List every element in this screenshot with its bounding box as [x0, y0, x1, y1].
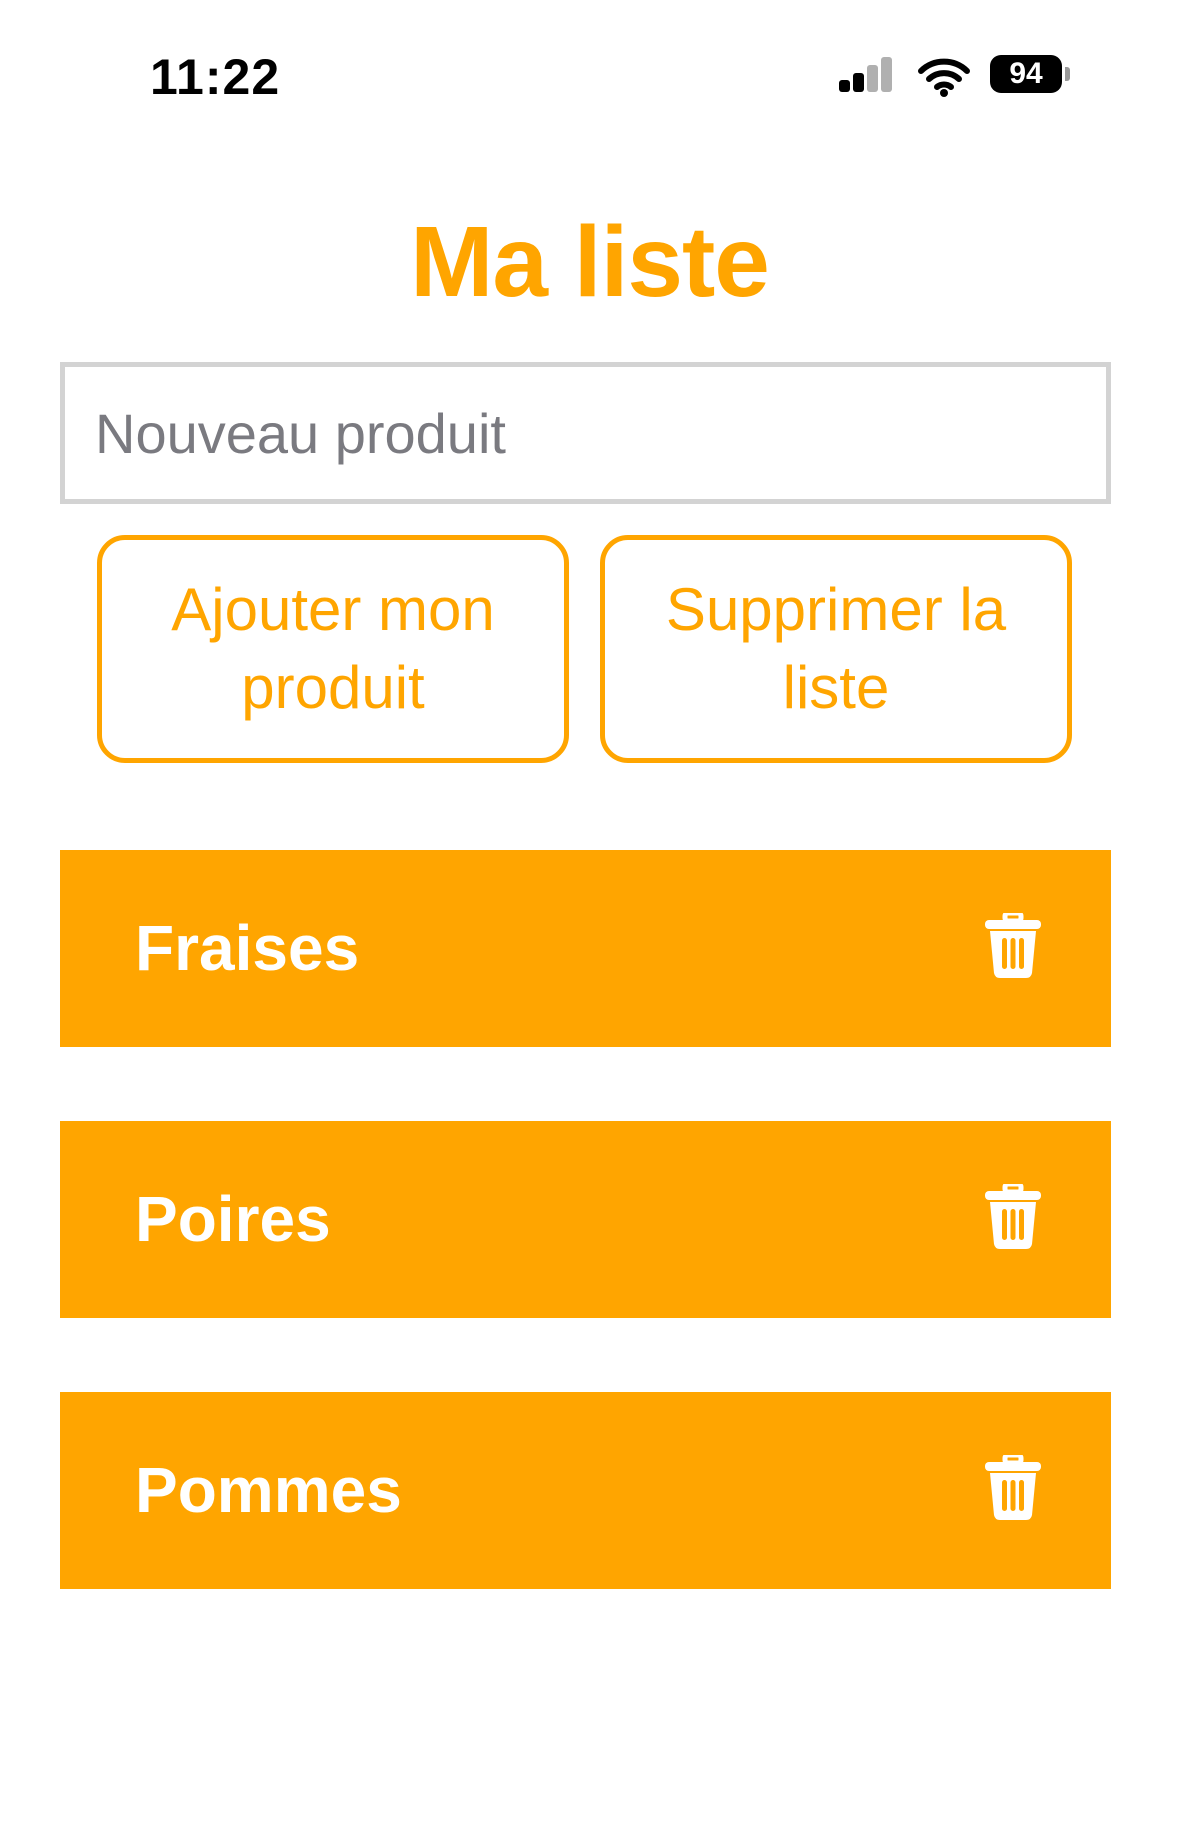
- trash-icon[interactable]: [985, 1184, 1041, 1250]
- add-product-button-label: Ajouter mon produit: [171, 576, 495, 721]
- new-product-input[interactable]: [60, 362, 1111, 504]
- add-product-button[interactable]: Ajouter mon produit: [97, 535, 569, 763]
- list-item-label: Pommes: [135, 1454, 402, 1526]
- battery-indicator: 94: [990, 55, 1062, 93]
- page-title: Ma liste: [410, 206, 770, 318]
- delete-list-button-label: Supprimer la liste: [665, 576, 1007, 721]
- list-item-label: Fraises: [135, 912, 360, 984]
- list-item: Pommes: [60, 1392, 1111, 1589]
- list-item: Poires: [60, 1121, 1111, 1318]
- trash-icon[interactable]: [985, 913, 1041, 979]
- wifi-icon: [918, 58, 970, 97]
- list-item: Fraises: [60, 850, 1111, 1047]
- delete-list-button[interactable]: Supprimer la liste: [600, 535, 1072, 763]
- battery-nub: [1065, 67, 1070, 81]
- list-item-label: Poires: [135, 1183, 331, 1255]
- cellular-signal-icon: [835, 55, 895, 95]
- trash-icon[interactable]: [985, 1455, 1041, 1521]
- status-time: 11:22: [150, 49, 281, 105]
